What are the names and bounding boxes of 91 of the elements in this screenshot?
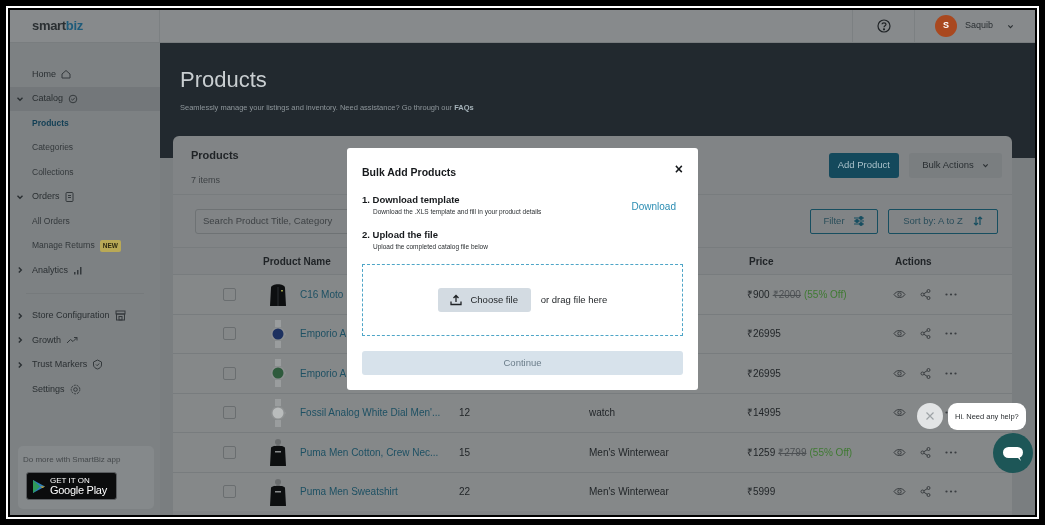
quantity-cell: 15 bbox=[459, 446, 471, 458]
product-name-link[interactable]: Puma Men Cotton, Crew Nec... bbox=[300, 446, 439, 458]
category-cell: watch bbox=[589, 407, 616, 419]
price: ₹14995 bbox=[747, 406, 781, 421]
original-price: ₹2799 bbox=[778, 445, 807, 460]
more-icon[interactable] bbox=[945, 292, 957, 296]
more-icon[interactable] bbox=[945, 450, 957, 454]
sidebar-item[interactable]: Orders bbox=[32, 190, 60, 204]
sidebar-subitem[interactable]: Categories bbox=[32, 141, 74, 155]
play-icon bbox=[32, 478, 46, 494]
sidebar-item[interactable]: Trust Markers bbox=[32, 358, 88, 372]
card-title: Products bbox=[191, 148, 239, 163]
sidebar-subitem[interactable]: Products bbox=[32, 116, 69, 130]
price: ₹1259 bbox=[747, 445, 776, 460]
sidebar-item[interactable]: Catalog bbox=[32, 92, 64, 106]
category-cell: Men's Winterwear bbox=[589, 486, 669, 498]
product-name-link[interactable]: Emporio A bbox=[300, 367, 347, 379]
clipboard-icon bbox=[64, 191, 74, 203]
share-icon[interactable] bbox=[920, 288, 931, 300]
store-icon bbox=[114, 310, 126, 322]
add-product-button[interactable]: Add Product bbox=[828, 153, 899, 178]
product-name-link[interactable]: Emporio A bbox=[300, 328, 347, 340]
row-checkbox[interactable] bbox=[223, 485, 236, 499]
sidebar-subitem[interactable]: Manage Returns bbox=[32, 239, 95, 253]
row-checkbox[interactable] bbox=[223, 327, 236, 341]
column-header: Product Name bbox=[263, 254, 332, 269]
product-name-link[interactable]: C16 Moto bbox=[300, 288, 344, 300]
share-icon[interactable] bbox=[920, 367, 931, 379]
column-header: Actions bbox=[895, 254, 932, 269]
sidebar-item[interactable]: Analytics bbox=[32, 263, 68, 277]
modal-title: Bulk Add Products bbox=[362, 165, 457, 180]
sliders-icon bbox=[852, 216, 865, 226]
bulk-actions-button[interactable]: Bulk Actions bbox=[909, 153, 1002, 178]
price: ₹900 bbox=[747, 287, 770, 302]
sort-icon bbox=[972, 216, 983, 226]
product-name-link[interactable]: Fossil Analog White Dial Men'... bbox=[300, 407, 441, 419]
row-checkbox[interactable] bbox=[223, 287, 236, 301]
more-icon[interactable] bbox=[945, 490, 957, 494]
view-icon[interactable] bbox=[893, 408, 906, 418]
page-title: Products bbox=[180, 67, 268, 93]
sidebar-subitem[interactable]: Collections bbox=[32, 165, 74, 179]
upload-icon bbox=[450, 293, 463, 306]
view-icon[interactable] bbox=[893, 447, 906, 457]
discount: (55% Off) bbox=[803, 287, 847, 302]
home-icon bbox=[61, 69, 71, 80]
quantity-cell: 22 bbox=[459, 486, 471, 498]
discount: (55% Off) bbox=[809, 445, 853, 460]
share-icon[interactable] bbox=[920, 446, 931, 458]
row-checkbox[interactable] bbox=[223, 445, 236, 459]
user-name[interactable]: Saquib bbox=[965, 19, 994, 33]
drag-hint: or drag file here bbox=[540, 292, 608, 307]
settings-icon bbox=[69, 383, 81, 395]
step-title: 1. Download template bbox=[362, 192, 461, 207]
price: ₹5999 bbox=[747, 485, 776, 500]
column-header: Price bbox=[749, 254, 775, 269]
category-cell: Men's Winterwear bbox=[589, 446, 669, 458]
help-icon[interactable] bbox=[876, 19, 891, 33]
price: ₹26995 bbox=[747, 366, 781, 381]
item-count: 7 items bbox=[191, 173, 221, 187]
avatar[interactable]: S bbox=[935, 15, 957, 37]
quantity-cell: 12 bbox=[459, 407, 471, 419]
filter-button[interactable]: Filter bbox=[810, 208, 878, 234]
google-play-badge[interactable]: GET IT ON Google Play bbox=[26, 472, 117, 500]
view-icon[interactable] bbox=[893, 289, 906, 299]
row-checkbox[interactable] bbox=[223, 366, 236, 380]
more-icon[interactable] bbox=[945, 332, 957, 336]
sidebar-item[interactable]: Store Configuration bbox=[32, 309, 110, 323]
logo[interactable]: smartbiz bbox=[32, 16, 83, 36]
drop-zone[interactable]: Choose file or drag file here bbox=[362, 263, 683, 336]
product-name-link[interactable]: Puma Men Sweatshirt bbox=[300, 486, 398, 498]
close-button[interactable]: × bbox=[674, 162, 683, 176]
download-link[interactable]: Download bbox=[631, 198, 676, 214]
row-checkbox[interactable] bbox=[223, 406, 236, 420]
sidebar-item[interactable]: Growth bbox=[32, 333, 61, 347]
view-icon[interactable] bbox=[893, 329, 906, 339]
view-icon[interactable] bbox=[893, 368, 906, 378]
more-icon[interactable] bbox=[945, 371, 957, 375]
original-price: ₹2000 bbox=[772, 287, 801, 302]
bar-chart-icon bbox=[73, 265, 83, 276]
sort-button[interactable]: Sort by: A to Z bbox=[888, 208, 998, 234]
choose-file-button[interactable]: Choose file bbox=[437, 287, 531, 312]
price: ₹26995 bbox=[747, 327, 781, 342]
sidebar-item[interactable]: Home bbox=[32, 67, 56, 81]
view-icon[interactable] bbox=[893, 487, 906, 497]
trend-icon bbox=[66, 336, 78, 345]
sidebar-subitem[interactable]: All Orders bbox=[32, 214, 70, 228]
sidebar-item[interactable]: Settings bbox=[32, 382, 65, 396]
share-icon[interactable] bbox=[920, 328, 931, 340]
close-icon[interactable] bbox=[917, 403, 943, 429]
chat-icon[interactable] bbox=[993, 433, 1033, 473]
share-icon[interactable] bbox=[920, 486, 931, 498]
